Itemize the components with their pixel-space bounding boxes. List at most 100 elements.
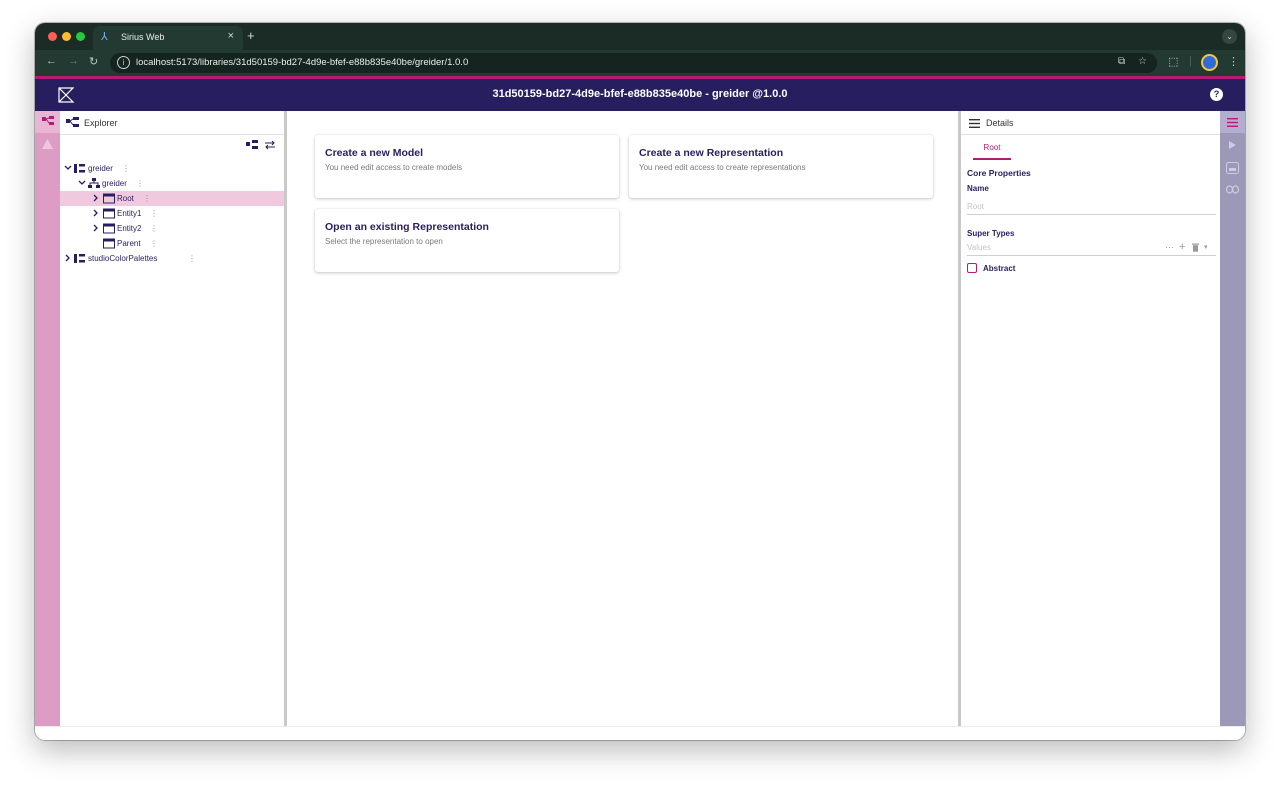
main-content: Create a new Model You need edit access … [290, 111, 957, 726]
tree-item-entity2[interactable]: Entity2 ⋮ [60, 221, 284, 236]
help-icon[interactable]: ? [1210, 88, 1223, 101]
details-view-toggle[interactable] [1220, 111, 1245, 133]
library-icon [74, 254, 85, 263]
tab-search-chevron-icon[interactable]: ⌄ [1222, 29, 1237, 44]
explorer-view-toggle[interactable] [35, 111, 60, 133]
add-icon[interactable]: + [1179, 241, 1185, 253]
model-icon [88, 178, 100, 188]
tree-item-label: Root [117, 194, 134, 203]
minimize-window-button[interactable] [62, 32, 71, 41]
more-vert-icon[interactable]: ⋮ [150, 239, 158, 248]
explorer-panel: Explorer greider ⋮ greider ⋮ Root ⋮ Enti… [60, 111, 287, 726]
tree-item-label: Entity2 [117, 224, 142, 233]
chevron-down-icon[interactable] [78, 178, 86, 188]
details-title: Details [986, 118, 1014, 128]
bookmark-star-icon[interactable]: ☆ [1138, 56, 1147, 67]
warning-icon [42, 139, 53, 149]
chevron-right-icon[interactable] [92, 223, 100, 233]
card-title: Open an existing Representation [325, 221, 489, 233]
representations-icon[interactable] [1226, 162, 1239, 174]
abstract-checkbox[interactable] [967, 263, 977, 273]
entity-icon [103, 238, 115, 249]
close-window-button[interactable] [48, 32, 57, 41]
more-vert-icon[interactable]: ⋮ [122, 164, 130, 173]
entity-icon [103, 193, 115, 204]
more-vert-icon[interactable]: ⋮ [143, 194, 151, 203]
forward-arrow-icon[interactable]: → [68, 55, 79, 67]
right-side-rail [1220, 111, 1245, 726]
explorer-tree-icon [42, 116, 54, 125]
create-representation-card[interactable]: Create a new Representation You need edi… [629, 135, 933, 198]
tree-item-greider-model[interactable]: greider ⋮ [60, 176, 284, 191]
menu-icon [969, 119, 980, 128]
new-tab-icon[interactable]: + [247, 28, 255, 43]
card-title: Create a new Model [325, 147, 424, 159]
card-subtitle: You need edit access to create models [325, 163, 463, 172]
create-model-card[interactable]: Create a new Model You need edit access … [315, 135, 619, 198]
chevron-right-icon[interactable] [92, 193, 100, 203]
close-tab-icon[interactable]: × [228, 30, 234, 42]
sirius-favicon-icon: ⅄ [101, 31, 108, 43]
details-panel: Details Root Core Properties Name Root S… [958, 111, 1220, 726]
more-vert-icon[interactable]: ⋮ [150, 224, 158, 233]
super-types-field[interactable]: Values ··· + ▾ [967, 240, 1216, 256]
entity-icon [103, 223, 115, 234]
translate-icon[interactable]: ⧉ [1118, 56, 1125, 67]
card-subtitle: Select the representation to open [325, 237, 443, 246]
more-horiz-icon[interactable]: ··· [1165, 242, 1174, 252]
tree-item-label: greider [102, 179, 127, 188]
tab-root[interactable]: Root [973, 141, 1011, 160]
back-arrow-icon[interactable]: ← [46, 55, 57, 67]
explorer-tree-icon [66, 117, 79, 127]
menu-icon [1227, 118, 1238, 127]
maximize-window-button[interactable] [76, 32, 85, 41]
browser-window: ⅄ Sirius Web × + ⌄ ← → ↻ i localhost:517… [35, 23, 1245, 740]
name-field[interactable]: Root [967, 199, 1216, 215]
app-header: 31d50159-bd27-4d9e-bfef-e88b835e40be - g… [35, 79, 1245, 111]
delete-icon[interactable] [1192, 243, 1199, 252]
more-vert-icon[interactable]: ⋮ [136, 179, 144, 188]
super-types-label: Super Types [967, 229, 1015, 238]
play-icon[interactable] [1228, 140, 1237, 150]
site-info-icon[interactable]: i [117, 56, 130, 69]
tree-item-studio-color-palettes[interactable]: studioColorPalettes ⋮ [60, 251, 284, 266]
chevron-down-icon[interactable] [64, 163, 72, 173]
more-vert-icon[interactable]: ⋮ [188, 254, 196, 263]
card-subtitle: You need edit access to create represent… [639, 163, 806, 172]
reload-icon[interactable]: ↻ [89, 55, 98, 68]
bottom-status-strip [35, 726, 1245, 740]
left-side-rail [35, 111, 60, 726]
explorer-toolbar [60, 135, 284, 157]
chevron-right-icon[interactable] [92, 208, 100, 218]
chevron-right-icon[interactable] [64, 253, 72, 263]
tree-item-label: Parent [117, 239, 141, 248]
browser-tab-title: Sirius Web [121, 32, 165, 42]
browser-tab-bar: ⅄ Sirius Web × + ⌄ [35, 23, 1245, 50]
profile-avatar[interactable] [1201, 54, 1218, 71]
arrow-drop-down-icon[interactable]: ▾ [1204, 243, 1208, 251]
library-icon [74, 164, 85, 173]
address-bar[interactable]: i localhost:5173/libraries/31d50159-bd27… [110, 53, 1157, 73]
validation-view-toggle[interactable] [35, 133, 60, 155]
tree-item-root[interactable]: Root ⋮ [60, 191, 284, 206]
entity-icon [103, 208, 115, 219]
new-model-icon[interactable] [246, 140, 258, 150]
abstract-label: Abstract [983, 264, 1016, 273]
tree-item-entity1[interactable]: Entity1 ⋮ [60, 206, 284, 221]
project-title: 31d50159-bd27-4d9e-bfef-e88b835e40be - g… [492, 88, 788, 100]
tree-item-label: studioColorPalettes [88, 254, 158, 263]
browser-tab[interactable]: ⅄ Sirius Web × [93, 26, 243, 50]
extensions-icon[interactable]: ⬚ [1168, 55, 1178, 68]
tree-item-greider-library[interactable]: greider ⋮ [60, 161, 284, 176]
tree-item-label: greider [88, 164, 113, 173]
browser-toolbar: ← → ↻ i localhost:5173/libraries/31d5015… [35, 50, 1245, 76]
synchronize-icon[interactable] [264, 140, 276, 150]
more-vert-icon[interactable]: ⋮ [150, 209, 158, 218]
browser-menu-icon[interactable]: ⋮ [1228, 55, 1239, 68]
tree-item-parent[interactable]: Parent ⋮ [60, 236, 284, 251]
explorer-title: Explorer [84, 118, 118, 128]
link-icon[interactable] [1226, 185, 1239, 194]
explorer-header: Explorer [60, 111, 284, 135]
open-representation-card[interactable]: Open an existing Representation Select t… [315, 209, 619, 272]
card-title: Create a new Representation [639, 147, 784, 159]
